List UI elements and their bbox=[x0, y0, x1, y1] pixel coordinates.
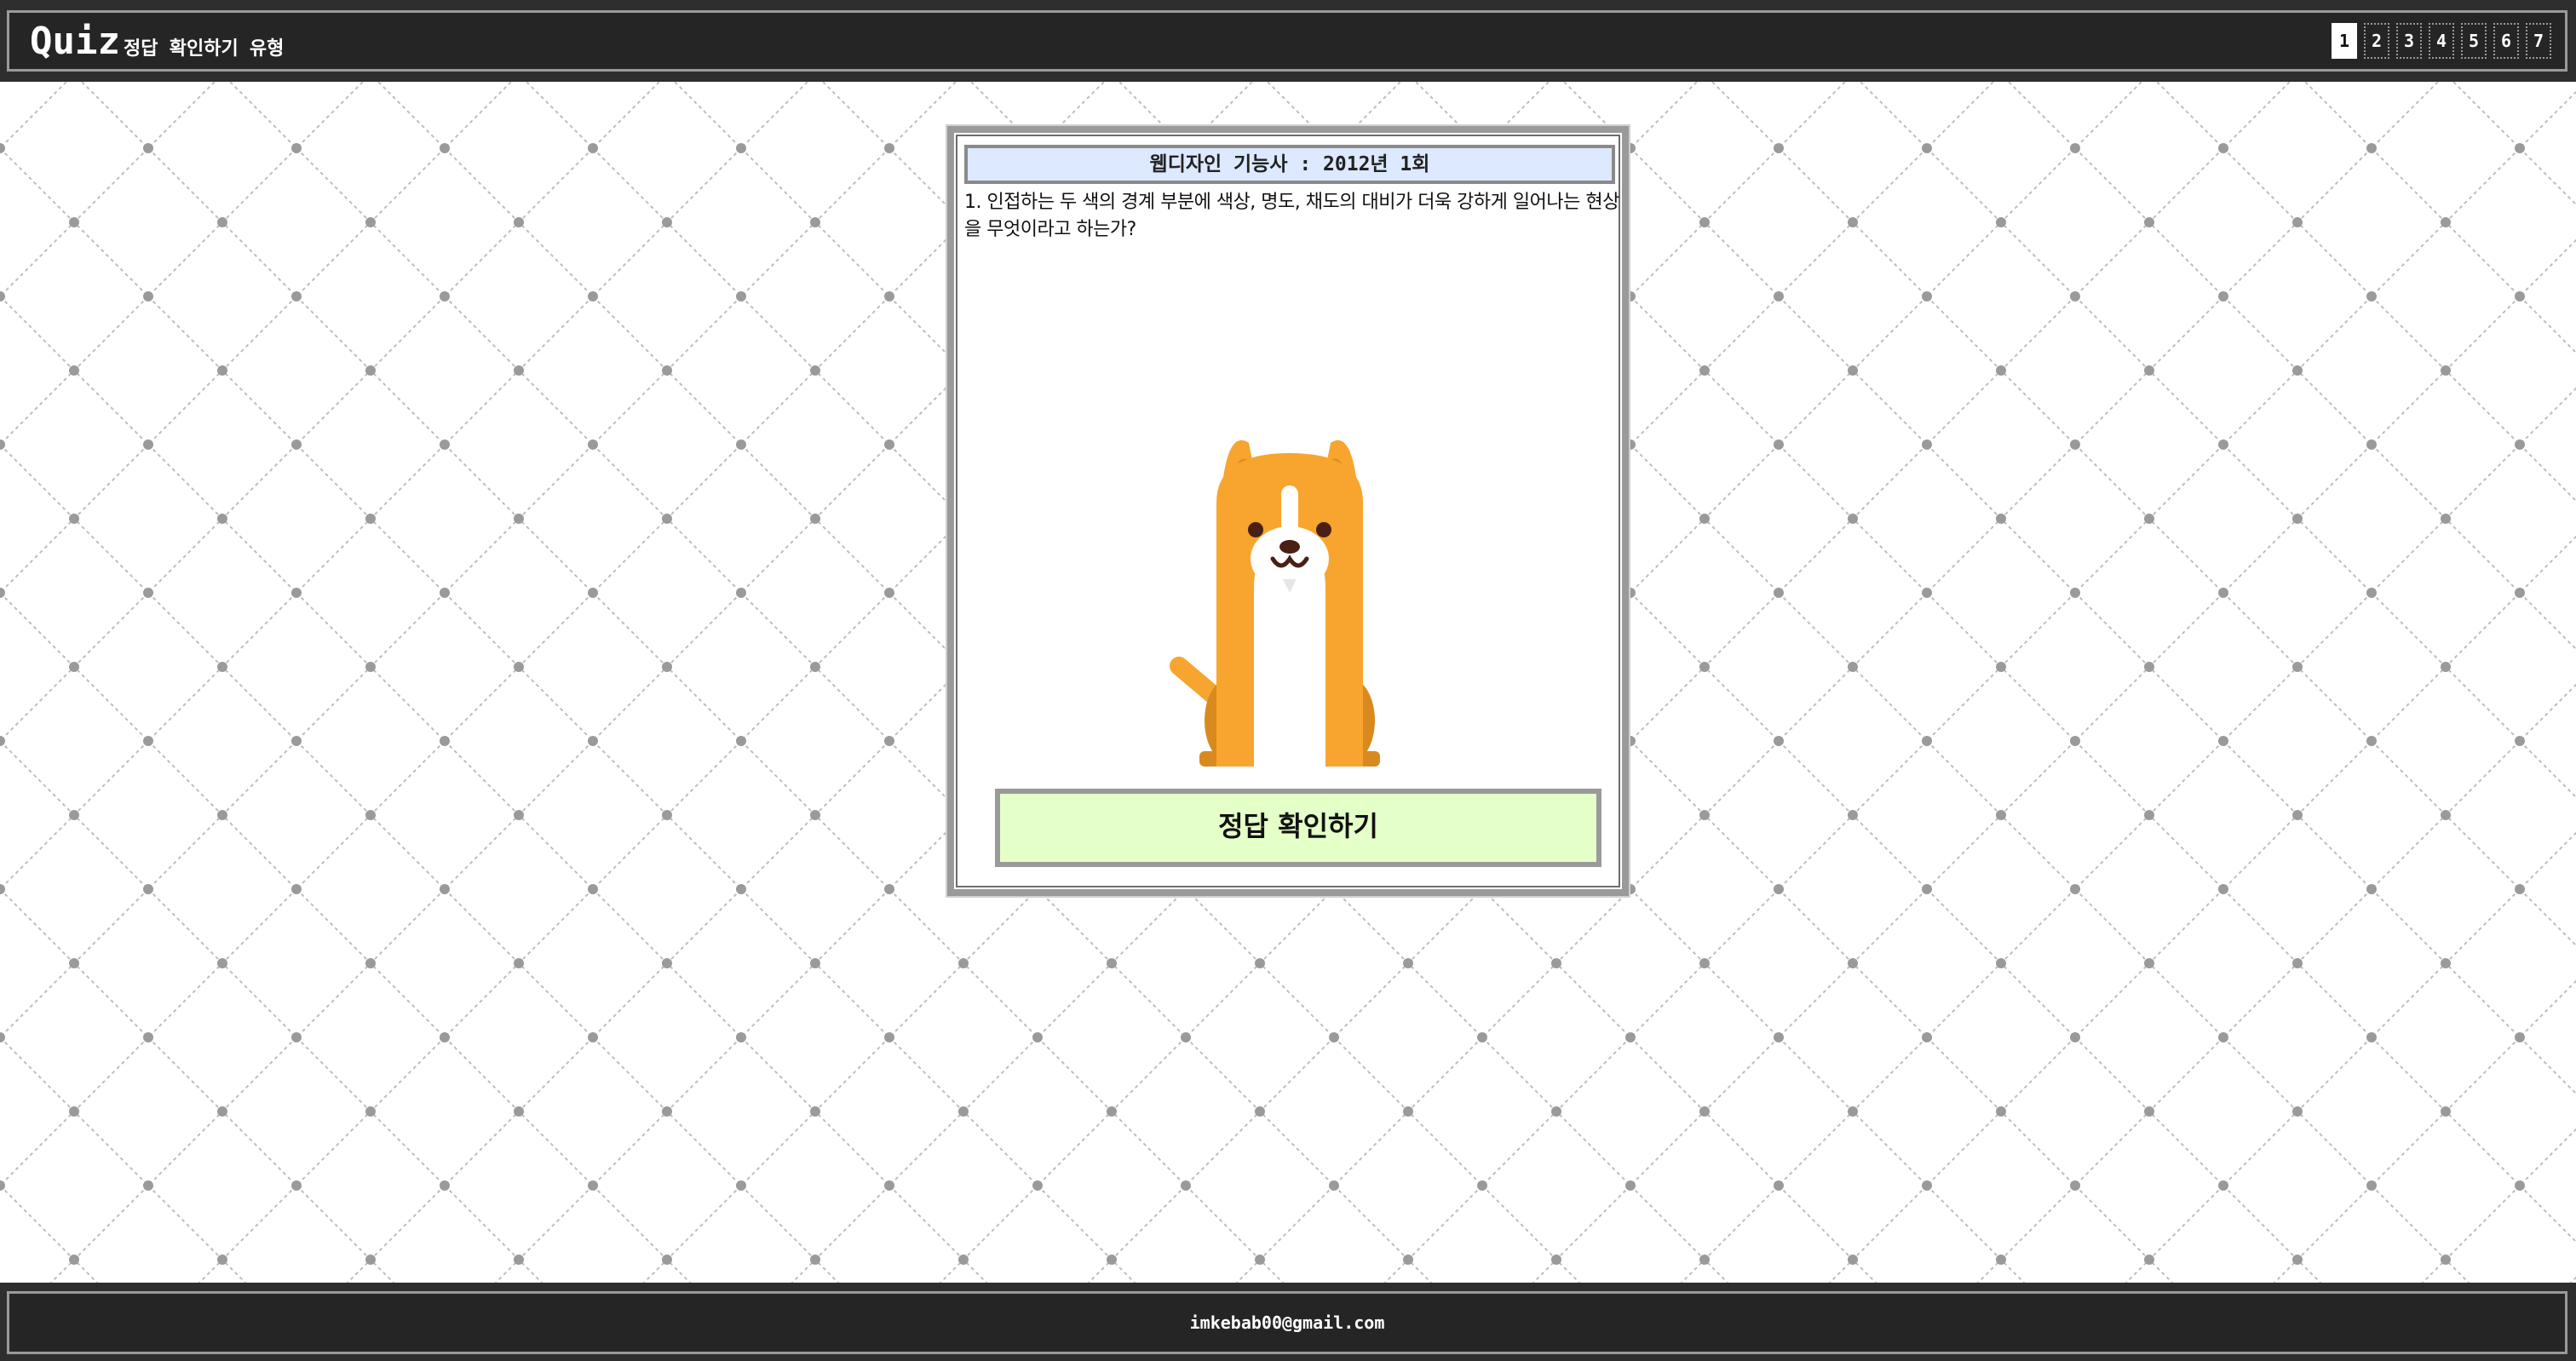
footer-frame: imkebab00@gmail.com bbox=[7, 1291, 2567, 1354]
header-frame: Quiz 정답 확인하기 유형 1 2 3 4 5 6 7 bbox=[7, 10, 2567, 72]
dog-icon bbox=[1170, 439, 1380, 767]
footer-email[interactable]: imkebab00@gmail.com bbox=[9, 1294, 2565, 1352]
quiz-card: 웹디자인 기능사 : 2012년 1회 1. 인접하는 두 색의 경계 부분에 … bbox=[946, 124, 1630, 898]
page-button-6[interactable]: 6 bbox=[2493, 23, 2519, 59]
question-text: 1. 인접하는 두 색의 경계 부분에 색상, 명도, 채도의 대비가 더욱 강… bbox=[964, 192, 1619, 240]
footer-bar: imkebab00@gmail.com bbox=[0, 1283, 2576, 1361]
quiz-title: 웹디자인 기능사 : 2012년 1회 bbox=[964, 145, 1615, 184]
quiz-card-inner: 웹디자인 기능사 : 2012년 1회 1. 인접하는 두 색의 경계 부분에 … bbox=[956, 135, 1620, 887]
page-button-2[interactable]: 2 bbox=[2364, 23, 2389, 59]
page-button-1[interactable]: 1 bbox=[2332, 23, 2357, 59]
page-button-7[interactable]: 7 bbox=[2526, 23, 2551, 59]
page-button-3[interactable]: 3 bbox=[2396, 23, 2422, 59]
page-button-4[interactable]: 4 bbox=[2429, 23, 2454, 59]
page-navigation: 1 2 3 4 5 6 7 bbox=[2332, 23, 2551, 59]
check-answer-button[interactable]: 정답 확인하기 bbox=[995, 789, 1601, 867]
header-subtitle: 정답 확인하기 유형 bbox=[124, 38, 285, 60]
header-bar: Quiz 정답 확인하기 유형 1 2 3 4 5 6 7 bbox=[0, 0, 2576, 82]
page-button-5[interactable]: 5 bbox=[2461, 23, 2487, 59]
logo[interactable]: Quiz bbox=[30, 20, 120, 64]
